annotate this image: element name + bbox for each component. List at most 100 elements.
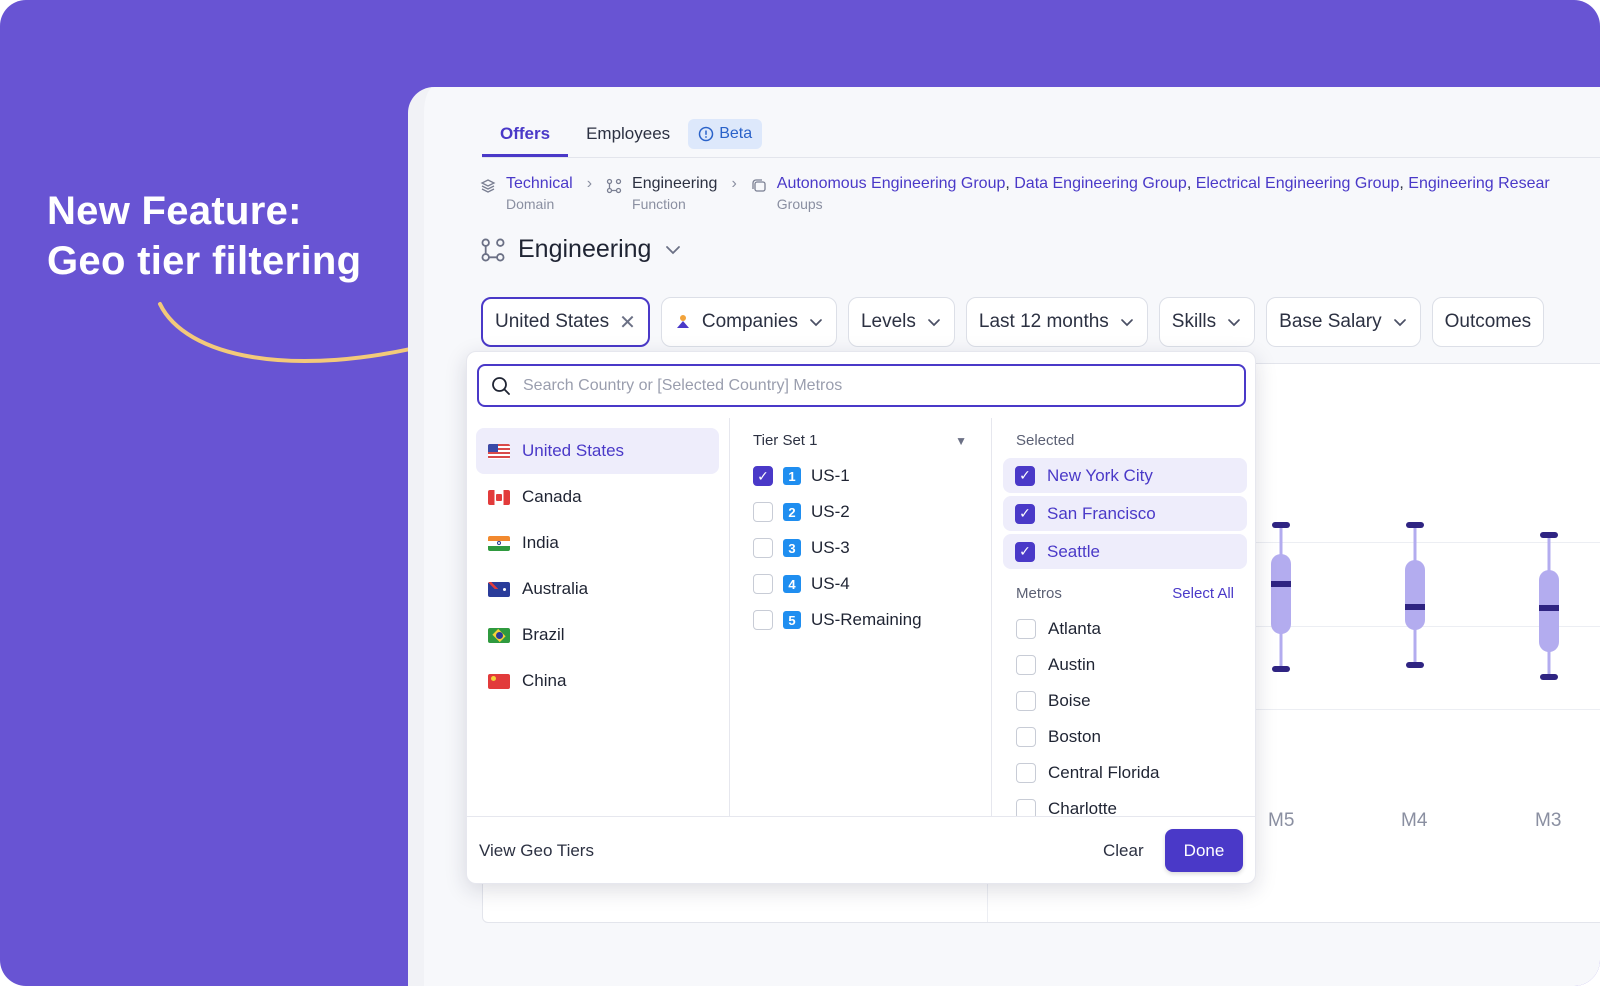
group-link[interactable]: Engineering Resear — [1408, 175, 1549, 192]
chevron-down-icon — [666, 245, 681, 254]
breadcrumb-domain-caption: Domain — [506, 196, 555, 212]
group-link[interactable]: Data Engineering Group — [1014, 175, 1187, 192]
us-flag-icon — [488, 443, 510, 459]
x-axis-label: M5 — [1268, 810, 1295, 831]
breadcrumb-groups[interactable]: Autonomous Engineering Group, Data Engin… — [751, 175, 1550, 212]
select-all-link[interactable]: Select All — [1172, 585, 1234, 611]
tier-item[interactable]: 4 US-4 — [753, 566, 967, 602]
china-flag-icon — [488, 673, 510, 689]
location-dropdown: United States Canada India Australia Bra… — [466, 351, 1256, 884]
india-flag-icon — [488, 535, 510, 551]
view-geo-tiers-link[interactable]: View Geo Tiers — [479, 841, 594, 861]
metro-item[interactable]: Charlotte — [1003, 791, 1247, 816]
period-filter-label: Last 12 months — [978, 311, 1109, 332]
checkbox-checked[interactable]: ✓ — [1015, 503, 1035, 524]
checkbox-checked[interactable]: ✓ — [1015, 465, 1035, 486]
checkbox[interactable] — [1016, 691, 1036, 711]
country-item-australia[interactable]: Australia — [476, 566, 719, 612]
close-icon[interactable]: ✕ — [619, 310, 636, 335]
tier-set-select[interactable]: Tier Set 1 ▼ — [753, 432, 967, 458]
function-nodes-icon — [606, 178, 622, 194]
function-nodes-icon — [481, 238, 505, 261]
tier-label: US-1 — [811, 466, 850, 485]
country-label: Australia — [522, 579, 589, 598]
tier-number-badge: 1 — [783, 467, 801, 485]
checkbox[interactable] — [1016, 619, 1036, 639]
checkbox[interactable] — [753, 538, 773, 558]
selected-metro[interactable]: ✓ New York City — [1003, 458, 1247, 493]
period-filter[interactable]: Last 12 months — [965, 297, 1148, 347]
country-label: India — [522, 533, 559, 552]
group-link[interactable]: Autonomous Engineering Group — [777, 175, 1006, 192]
clear-button[interactable]: Clear — [1103, 841, 1144, 861]
checkbox[interactable] — [753, 574, 773, 594]
breadcrumb-domain[interactable]: Technical Domain — [480, 175, 573, 212]
tier-label: US-4 — [811, 574, 850, 593]
box-plot-m3[interactable] — [1539, 532, 1559, 680]
dropdown-footer: View Geo Tiers Clear Done — [467, 817, 1255, 883]
breadcrumb-groups-caption: Groups — [776, 196, 823, 212]
breadcrumb-function[interactable]: Engineering Function — [606, 175, 717, 212]
group-link[interactable]: Electrical Engineering Group — [1196, 175, 1400, 192]
tier-label: US-Remaining — [811, 610, 922, 629]
done-button[interactable]: Done — [1165, 829, 1243, 872]
base-salary-filter[interactable]: Base Salary — [1266, 297, 1421, 347]
checkbox-checked[interactable]: ✓ — [753, 466, 773, 486]
tab-employees[interactable]: Employees — [568, 117, 688, 157]
checkbox[interactable] — [1016, 799, 1036, 816]
metro-item[interactable]: Boise — [1003, 683, 1247, 719]
country-item-united-states[interactable]: United States — [476, 428, 719, 474]
tab-offers[interactable]: Offers — [482, 117, 569, 157]
metro-item[interactable]: Boston — [1003, 719, 1247, 755]
groups-icon — [752, 179, 766, 192]
checkbox-checked[interactable]: ✓ — [1015, 541, 1035, 562]
country-item-china[interactable]: China — [476, 658, 719, 704]
box-plot-m4[interactable] — [1405, 522, 1425, 668]
base-salary-filter-label: Base Salary — [1279, 311, 1382, 332]
checkbox[interactable] — [753, 502, 773, 522]
search-icon — [492, 376, 510, 395]
beta-badge[interactable]: Beta — [688, 119, 763, 149]
outcomes-filter-label: Outcomes — [1444, 311, 1532, 332]
checkbox[interactable] — [753, 610, 773, 630]
checkbox[interactable] — [1016, 727, 1036, 747]
outcomes-filter[interactable]: Outcomes — [1431, 297, 1545, 347]
checkbox[interactable] — [1016, 655, 1036, 675]
breadcrumb: Technical Domain › Engineering Function — [480, 175, 1550, 212]
search-input[interactable] — [523, 376, 1203, 395]
breadcrumb-function-value: Engineering — [632, 175, 718, 192]
metro-item[interactable]: Atlanta — [1003, 611, 1247, 647]
chevron-down-icon — [1228, 319, 1240, 327]
tier-label: US-3 — [811, 538, 850, 557]
location-search[interactable] — [477, 364, 1246, 407]
metro-item[interactable]: Central Florida — [1003, 755, 1247, 791]
x-axis-label: M3 — [1535, 810, 1562, 831]
levels-filter[interactable]: Levels — [847, 297, 955, 347]
country-item-canada[interactable]: Canada — [476, 474, 719, 520]
chevron-down-icon — [928, 319, 940, 327]
metro-item[interactable]: Austin — [1003, 647, 1247, 683]
tier-item[interactable]: 3 US-3 — [753, 530, 967, 566]
country-label: United States — [522, 441, 625, 460]
location-filter[interactable]: United States ✕ — [481, 297, 650, 347]
tier-number-badge: 5 — [783, 611, 801, 629]
country-item-brazil[interactable]: Brazil — [476, 612, 719, 658]
country-list: United States Canada India Australia Bra… — [476, 428, 719, 704]
levels-filter-label: Levels — [860, 311, 916, 332]
companies-filter[interactable]: Companies — [660, 297, 837, 347]
selected-metro[interactable]: ✓ San Francisco — [1003, 496, 1247, 531]
skills-filter[interactable]: Skills — [1158, 297, 1256, 347]
checkbox[interactable] — [1016, 763, 1036, 783]
tier-item[interactable]: ✓ 1 US-1 — [753, 458, 967, 494]
country-label: Canada — [522, 487, 582, 506]
tier-item[interactable]: 2 US-2 — [753, 494, 967, 530]
metro-label: Boston — [1048, 727, 1101, 746]
chevron-down-icon — [810, 319, 822, 327]
pane-divider — [729, 418, 730, 816]
page-title-row[interactable]: Engineering — [480, 235, 683, 264]
caret-down-icon: ▼ — [955, 434, 967, 448]
selected-metro[interactable]: ✓ Seattle — [1003, 534, 1247, 569]
box-plot-m5[interactable] — [1271, 522, 1291, 672]
country-item-india[interactable]: India — [476, 520, 719, 566]
tier-item[interactable]: 5 US-Remaining — [753, 602, 967, 638]
